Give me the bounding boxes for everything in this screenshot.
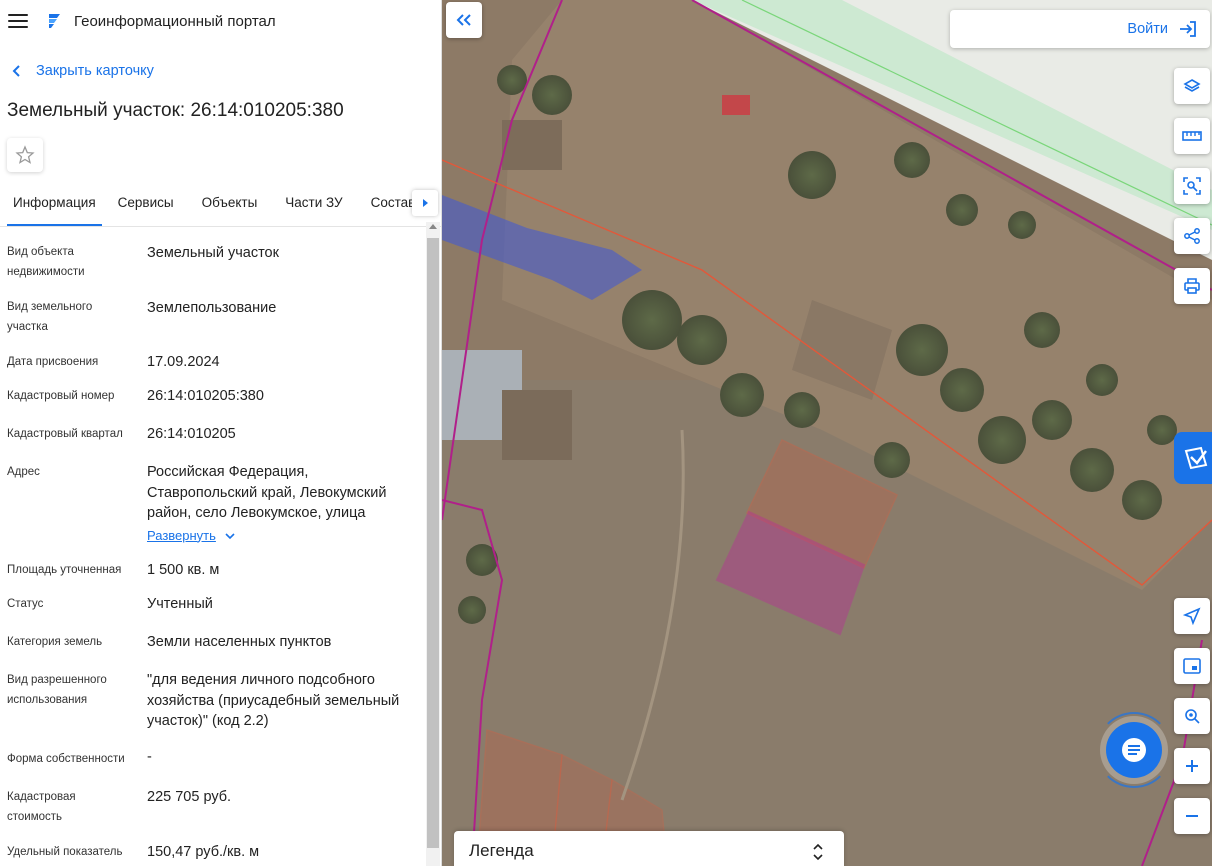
info-value: Землепользование	[147, 300, 277, 316]
info-value-address: Российская Федерация, Ставропольский кра…	[147, 462, 412, 546]
chevron-down-icon	[225, 533, 235, 539]
tab-parts[interactable]: Части ЗУ	[285, 185, 342, 226]
info-label: Статус	[7, 598, 44, 610]
info-label: Адрес	[7, 466, 40, 478]
tab-bar: Информация Сервисы Объекты Части ЗУ Сост…	[0, 185, 441, 227]
minimap-icon	[1183, 658, 1201, 674]
favorite-button[interactable]	[7, 138, 43, 172]
caret-right-icon	[423, 199, 428, 207]
menu-icon[interactable]	[8, 14, 28, 28]
locate-button[interactable]	[1174, 598, 1210, 634]
info-label: Форма собственности	[7, 753, 125, 765]
layers-icon	[1183, 79, 1201, 92]
info-value: Земли населенных пунктов	[147, 634, 332, 650]
scroll-thumb[interactable]	[427, 238, 439, 848]
chat-button[interactable]	[1106, 722, 1162, 778]
chat-icon	[1122, 738, 1146, 762]
info-label: Удельный показатель	[7, 846, 123, 858]
close-card-link[interactable]: Закрыть карточку	[12, 61, 441, 81]
locate-icon	[1183, 607, 1201, 625]
chevron-left-icon	[12, 65, 20, 77]
card-title: Земельный участок: 26:14:010205:380	[7, 100, 344, 121]
select-area-icon	[1183, 177, 1201, 195]
legend-label: Легенда	[469, 841, 534, 860]
info-label: Кадастровая стоимость	[7, 791, 76, 823]
app-title: Геоинформационный портал	[74, 12, 276, 30]
login-button[interactable]: Войти	[950, 10, 1210, 48]
map-view[interactable]: Войти Легенда	[442, 0, 1212, 866]
info-label: Дата присвоения	[7, 356, 99, 368]
collapse-panel-button[interactable]	[446, 2, 482, 38]
scroll-up-arrow-icon[interactable]	[429, 224, 437, 229]
search-location-button[interactable]	[1174, 698, 1210, 734]
minimap-button[interactable]	[1174, 648, 1210, 684]
login-label: Войти	[1127, 21, 1168, 37]
legend-panel[interactable]: Легенда	[454, 831, 844, 866]
address-text: Российская Федерация, Ставропольский кра…	[147, 464, 387, 521]
info-value: 26:14:010205:380	[147, 388, 264, 404]
info-label: Кадастровый номер	[7, 390, 115, 402]
double-chevron-left-icon	[456, 14, 471, 26]
share-button[interactable]	[1174, 218, 1210, 254]
info-value: Учтенный	[147, 596, 213, 612]
select-area-button[interactable]	[1174, 168, 1210, 204]
search-location-icon	[1185, 709, 1200, 724]
info-value: -	[147, 749, 152, 765]
panel-scrollbar[interactable]	[426, 222, 440, 866]
info-label: Вид разрешенного использования	[7, 674, 107, 706]
zoom-out-button[interactable]	[1174, 798, 1210, 834]
info-value: "для ведения личного подсобного хозяйств…	[147, 672, 400, 729]
zoom-in-icon	[1186, 760, 1198, 772]
info-value: 17.09.2024	[147, 354, 220, 370]
satellite-imagery	[442, 0, 1212, 866]
measure-button[interactable]	[1174, 118, 1210, 154]
info-value: 26:14:010205	[147, 426, 236, 442]
layers-button[interactable]	[1174, 68, 1210, 104]
print-icon	[1184, 278, 1200, 294]
print-button[interactable]	[1174, 268, 1210, 304]
sign-in-icon	[1180, 21, 1196, 37]
info-value: Земельный участок	[147, 245, 279, 261]
star-icon	[15, 145, 35, 164]
expand-collapse-icon	[813, 843, 823, 861]
info-value: 1 500 кв. м	[147, 562, 220, 578]
top-bar: Геоинформационный портал	[0, 0, 441, 42]
side-widget-tab[interactable]	[1174, 432, 1212, 484]
info-value: 225 705 руб.	[147, 789, 232, 805]
info-label: Площадь уточненная	[7, 564, 122, 576]
tab-objects[interactable]: Объекты	[202, 185, 258, 226]
zoom-in-button[interactable]	[1174, 748, 1210, 784]
info-label: Вид земельного участка	[7, 301, 93, 333]
tab-services[interactable]: Сервисы	[118, 185, 174, 226]
info-value: 150,47 руб./кв. м	[147, 844, 260, 860]
close-card-label: Закрыть карточку	[36, 63, 154, 79]
info-label: Кадастровый квартал	[7, 428, 123, 440]
info-label: Категория земель	[7, 636, 103, 648]
map-widget-icon	[1184, 446, 1208, 470]
ruler-icon	[1182, 131, 1202, 141]
tab-information[interactable]: Информация	[7, 185, 102, 226]
share-icon	[1184, 228, 1200, 244]
portal-logo-icon	[49, 14, 60, 28]
expand-address-link[interactable]: Развернуть	[147, 526, 238, 547]
tab-composition[interactable]: Состав	[371, 185, 416, 226]
tabs-scroll-right-button[interactable]	[412, 190, 438, 216]
info-label: Вид объекта недвижимости	[7, 246, 85, 278]
zoom-out-icon	[1186, 815, 1198, 817]
info-panel: Геоинформационный портал Закрыть карточк…	[0, 0, 442, 866]
expand-label: Развернуть	[147, 527, 216, 543]
